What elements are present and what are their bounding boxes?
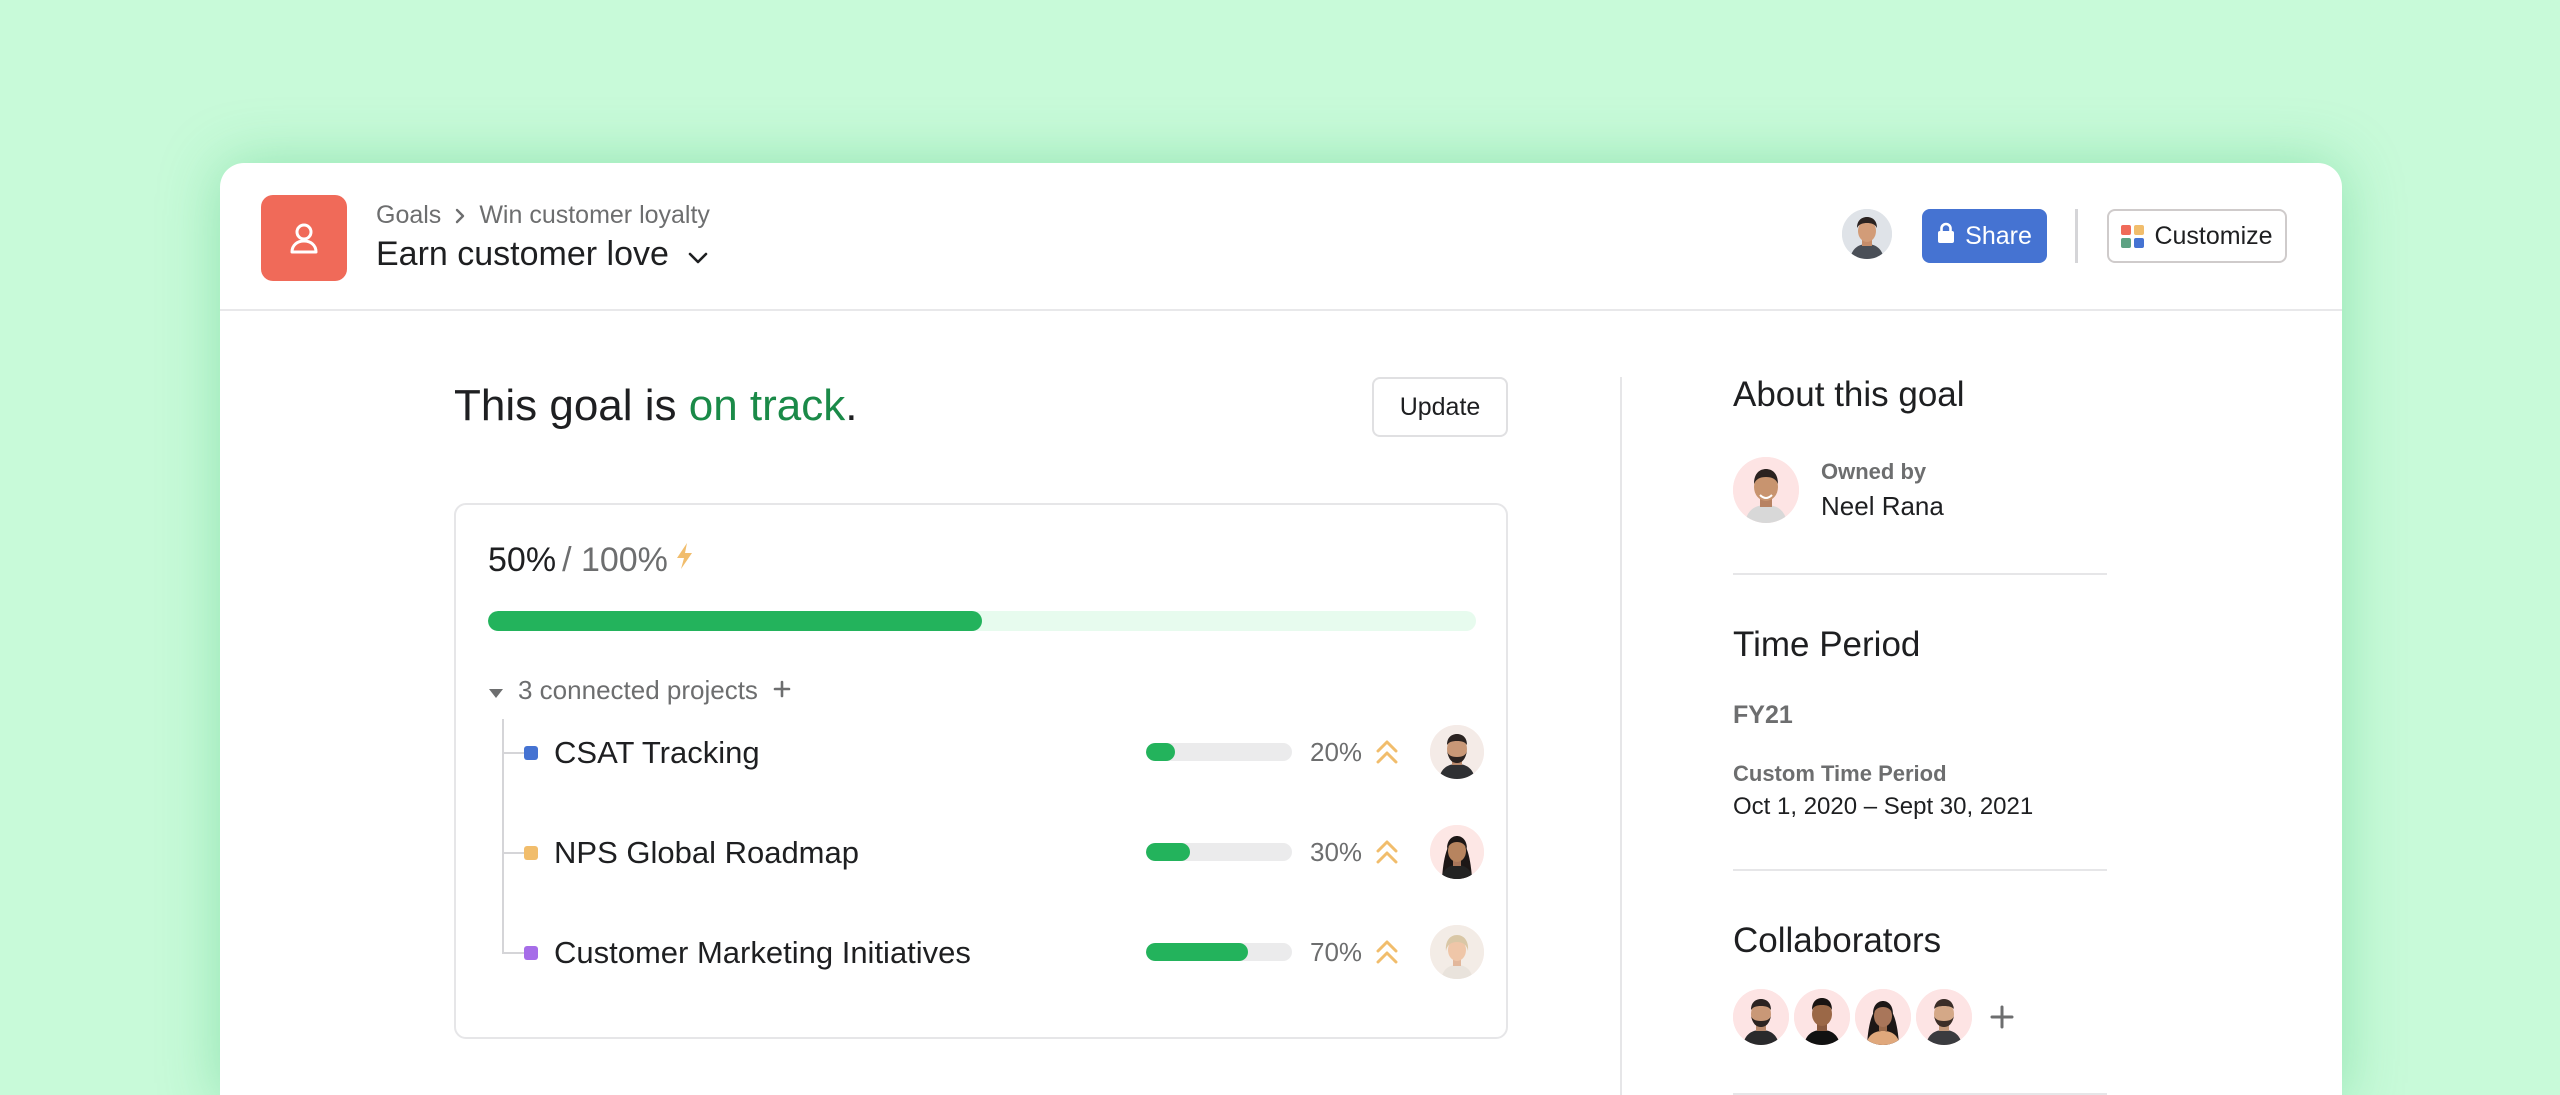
sidebar-divider xyxy=(1733,573,2107,575)
page-header: Goals Win customer loyalty Earn customer… xyxy=(220,163,2342,311)
page-title[interactable]: Earn customer love xyxy=(376,235,709,274)
customize-button[interactable]: Customize xyxy=(2107,209,2287,263)
owner-avatar[interactable] xyxy=(1733,457,1799,523)
project-progress-fill xyxy=(1146,943,1249,961)
fiscal-period[interactable]: FY21 xyxy=(1733,701,1793,730)
project-owner-avatar[interactable] xyxy=(1430,925,1484,979)
header-divider xyxy=(2075,209,2078,263)
lock-icon xyxy=(1937,222,1955,251)
tree-branch xyxy=(502,952,524,954)
project-color-dot xyxy=(524,746,538,760)
progress-card: 50% / 100% 3 connected projects CSAT Tra… xyxy=(454,503,1508,1039)
tree-branch xyxy=(502,852,524,854)
project-row[interactable]: Customer Marketing Initiatives 70% xyxy=(502,923,1484,983)
double-chevron-up-icon xyxy=(1374,837,1400,872)
breadcrumb: Goals Win customer loyalty xyxy=(376,201,710,230)
project-progress-bar xyxy=(1146,743,1292,761)
apps-grid-icon xyxy=(2121,224,2145,248)
project-progress-bar xyxy=(1146,943,1292,961)
project-progress-fill xyxy=(1146,843,1190,861)
connected-projects-label: 3 connected projects xyxy=(518,675,758,705)
project-name[interactable]: NPS Global Roadmap xyxy=(554,835,859,871)
customize-button-label: Customize xyxy=(2154,221,2273,250)
breadcrumb-current-link[interactable]: Win customer loyalty xyxy=(479,201,710,230)
progress-current: 50% xyxy=(488,541,557,579)
time-period-heading: Time Period xyxy=(1733,625,1921,664)
project-percent: 20% xyxy=(1310,737,1363,767)
breadcrumb-goals-link[interactable]: Goals xyxy=(376,201,441,230)
owner-name[interactable]: Neel Rana xyxy=(1821,491,1944,522)
project-percent: 70% xyxy=(1310,937,1363,967)
goal-window: Goals Win customer loyalty Earn customer… xyxy=(220,163,2342,1095)
status-suffix: . xyxy=(845,381,858,430)
custom-period-label: Custom Time Period xyxy=(1733,761,1947,786)
connected-projects-toggle[interactable]: 3 connected projects xyxy=(488,675,792,706)
project-owner-avatar[interactable] xyxy=(1430,825,1484,879)
project-progress-bar xyxy=(1146,843,1292,861)
project-owner-avatar[interactable] xyxy=(1430,725,1484,779)
collaborator-avatar[interactable] xyxy=(1794,989,1850,1045)
project-row[interactable]: CSAT Tracking 20% xyxy=(502,723,1484,783)
project-name[interactable]: CSAT Tracking xyxy=(554,735,760,771)
progress-target: / 100% xyxy=(562,541,668,579)
status-state: on track xyxy=(688,381,846,430)
progress-label: 50% / 100% xyxy=(488,541,696,580)
project-name[interactable]: Customer Marketing Initiatives xyxy=(554,935,971,971)
update-button[interactable]: Update xyxy=(1372,377,1508,437)
column-divider xyxy=(1620,377,1622,1095)
goal-progress-fill xyxy=(488,611,982,631)
goal-progress-bar xyxy=(488,611,1476,631)
project-row[interactable]: NPS Global Roadmap 30% xyxy=(502,823,1484,883)
share-button[interactable]: Share xyxy=(1922,209,2047,263)
project-color-dot xyxy=(524,946,538,960)
page-title-text: Earn customer love xyxy=(376,235,669,273)
double-chevron-up-icon xyxy=(1374,937,1400,972)
tree-branch xyxy=(502,752,524,754)
plus-icon[interactable] xyxy=(772,675,792,706)
status-prefix: This goal is xyxy=(454,381,689,430)
chevron-down-icon[interactable] xyxy=(687,235,709,274)
chevron-right-icon xyxy=(453,207,467,225)
goal-person-icon xyxy=(261,195,347,281)
collaborator-avatar[interactable] xyxy=(1855,989,1911,1045)
project-progress-fill xyxy=(1146,743,1176,761)
caret-down-icon[interactable] xyxy=(488,675,504,706)
add-collaborator-plus-icon[interactable] xyxy=(1988,1003,2016,1036)
project-percent: 30% xyxy=(1310,837,1363,867)
about-heading: About this goal xyxy=(1733,375,1965,414)
collaborators-heading: Collaborators xyxy=(1733,921,1942,960)
double-chevron-up-icon xyxy=(1374,737,1400,772)
share-button-label: Share xyxy=(1965,221,2032,250)
project-color-dot xyxy=(524,846,538,860)
goal-status-heading: This goal is on track. xyxy=(454,381,858,431)
sidebar-divider xyxy=(1733,869,2107,871)
collaborator-avatar[interactable] xyxy=(1733,989,1789,1045)
collaborator-avatar[interactable] xyxy=(1916,989,1972,1045)
custom-period-range[interactable]: Oct 1, 2020 – Sept 30, 2021 xyxy=(1733,793,2033,821)
owned-by-label: Owned by xyxy=(1821,459,1927,484)
lightning-icon xyxy=(674,541,696,580)
current-user-avatar[interactable] xyxy=(1842,209,1892,259)
